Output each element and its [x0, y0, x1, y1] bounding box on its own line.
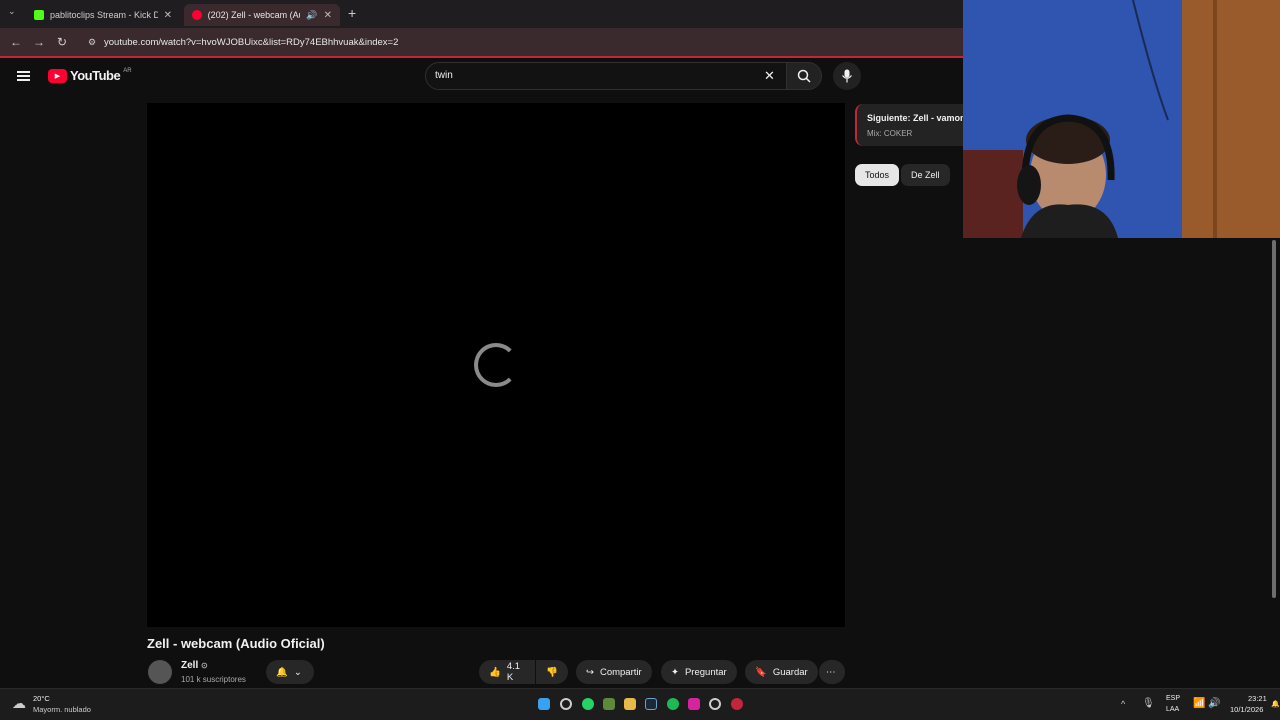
- new-tab-button[interactable]: +: [348, 5, 356, 21]
- reload-icon[interactable]: ↻: [57, 35, 67, 49]
- logo-text: YouTube: [70, 68, 121, 83]
- language-bottom[interactable]: LAA: [1166, 706, 1179, 713]
- clock-date[interactable]: 10/1/2026: [1230, 705, 1263, 714]
- share-label: Compartir: [599, 666, 642, 678]
- browser-tab-youtube[interactable]: (202) Zell - webcam (Audi 🔊 ✕: [184, 4, 340, 26]
- up-next-subtitle: Mix: COKER: [867, 129, 913, 138]
- steam-icon[interactable]: [645, 698, 657, 710]
- forward-icon[interactable]: →: [33, 35, 45, 49]
- voice-search-button[interactable]: [833, 62, 861, 90]
- subscribed-notifications-button[interactable]: 🔔 ⌄: [266, 660, 314, 684]
- tray-microphone-icon[interactable]: 🎙: [1142, 698, 1155, 709]
- webcam-image: [963, 0, 1280, 238]
- weather-icon[interactable]: ☁: [12, 695, 26, 712]
- youtube-play-icon: ▶: [48, 68, 67, 83]
- channel-name-text: Zell: [181, 660, 199, 671]
- search-button[interactable]: [786, 62, 822, 90]
- thumbs-down-icon: 👎: [546, 666, 558, 678]
- more-actions-button[interactable]: ⋯: [819, 660, 845, 684]
- kick-logo-icon: [34, 10, 44, 20]
- page-scrollbar[interactable]: [1272, 240, 1276, 598]
- channel-name[interactable]: Zell ⊙: [181, 660, 208, 671]
- language-top[interactable]: ESP: [1166, 695, 1180, 702]
- whatsapp-icon[interactable]: [582, 698, 594, 710]
- video-title: Zell - webcam (Audio Oficial): [147, 636, 325, 651]
- sparkle-icon: ✦: [671, 666, 679, 678]
- verified-icon: ⊙: [201, 661, 208, 670]
- weather-temp[interactable]: 20°C: [33, 694, 50, 703]
- up-next-card[interactable]: Siguiente: Zell - vamone Mix: COKER: [855, 104, 975, 146]
- bell-icon: 🔔: [276, 666, 288, 678]
- chevron-down-icon: ⌄: [293, 666, 302, 678]
- weather-desc[interactable]: Mayorm. nublado: [33, 705, 91, 714]
- save-button[interactable]: 🔖 Guardar: [745, 660, 818, 684]
- notifications-icon[interactable]: 🔔: [1271, 700, 1280, 708]
- chip-all[interactable]: Todos: [855, 164, 900, 186]
- youtube-logo[interactable]: ▶ YouTube AR: [48, 68, 132, 83]
- windows-taskbar: [0, 688, 1280, 720]
- wifi-icon[interactable]: 📶: [1193, 698, 1205, 709]
- channel-avatar[interactable]: [148, 660, 172, 684]
- back-icon[interactable]: ←: [10, 35, 22, 49]
- region-code: AR: [123, 68, 132, 74]
- search-icon: [797, 69, 811, 83]
- youtube-favicon-icon: [192, 10, 202, 20]
- share-button[interactable]: ↪ Compartir: [576, 660, 652, 684]
- file-explorer-icon[interactable]: [624, 698, 636, 710]
- microphone-icon: [842, 69, 852, 83]
- up-next-title: Siguiente: Zell - vamone: [867, 113, 971, 123]
- menu-icon[interactable]: [17, 71, 30, 81]
- url-field[interactable]: youtube.com/watch?v=hvoWJOBUixc&list=RDy…: [86, 34, 946, 52]
- tab-list-dropdown-icon[interactable]: ⌄: [8, 6, 16, 17]
- volume-icon[interactable]: 🔊: [1208, 698, 1220, 709]
- subscriber-count: 101 k suscriptores: [181, 675, 246, 684]
- ask-label: Preguntar: [684, 666, 727, 678]
- tab-title: (202) Zell - webcam (Audi: [207, 10, 301, 20]
- like-count: 4.1 K: [506, 661, 521, 683]
- audio-playing-icon[interactable]: 🔊: [306, 10, 317, 21]
- thumbs-up-icon: 👍: [489, 666, 501, 678]
- browser-icon[interactable]: [731, 698, 743, 710]
- like-button[interactable]: 👍 4.1 K: [479, 660, 535, 684]
- start-icon[interactable]: [538, 698, 550, 710]
- close-tab-icon[interactable]: ✕: [324, 10, 332, 21]
- spotify-icon[interactable]: [667, 698, 679, 710]
- tab-title: pablitoclips Stream - Kick Dash: [49, 10, 158, 20]
- tray-overflow-icon[interactable]: ^: [1121, 699, 1125, 709]
- ask-button[interactable]: ✦ Preguntar: [661, 660, 737, 684]
- share-icon: ↪: [586, 666, 594, 678]
- bookmark-icon: 🔖: [755, 666, 767, 678]
- clear-search-icon[interactable]: ✕: [764, 68, 775, 84]
- obs-icon[interactable]: [709, 698, 721, 710]
- browser-tab-kick[interactable]: pablitoclips Stream - Kick Dash ✕: [26, 4, 180, 26]
- webcam-overlay: [963, 0, 1280, 238]
- minecraft-icon[interactable]: [603, 698, 615, 710]
- search-input[interactable]: twin: [425, 62, 787, 90]
- instagram-icon[interactable]: [688, 698, 700, 710]
- clock-time[interactable]: 23:21: [1248, 694, 1267, 703]
- chip-from-channel[interactable]: De Zell: [901, 164, 950, 186]
- save-label: Guardar: [772, 666, 808, 678]
- search-taskbar-icon[interactable]: [560, 698, 572, 710]
- dislike-button[interactable]: 👎: [536, 660, 568, 684]
- loading-spinner-icon: [474, 343, 518, 387]
- close-tab-icon[interactable]: ✕: [164, 10, 172, 21]
- more-icon: ⋯: [826, 666, 836, 678]
